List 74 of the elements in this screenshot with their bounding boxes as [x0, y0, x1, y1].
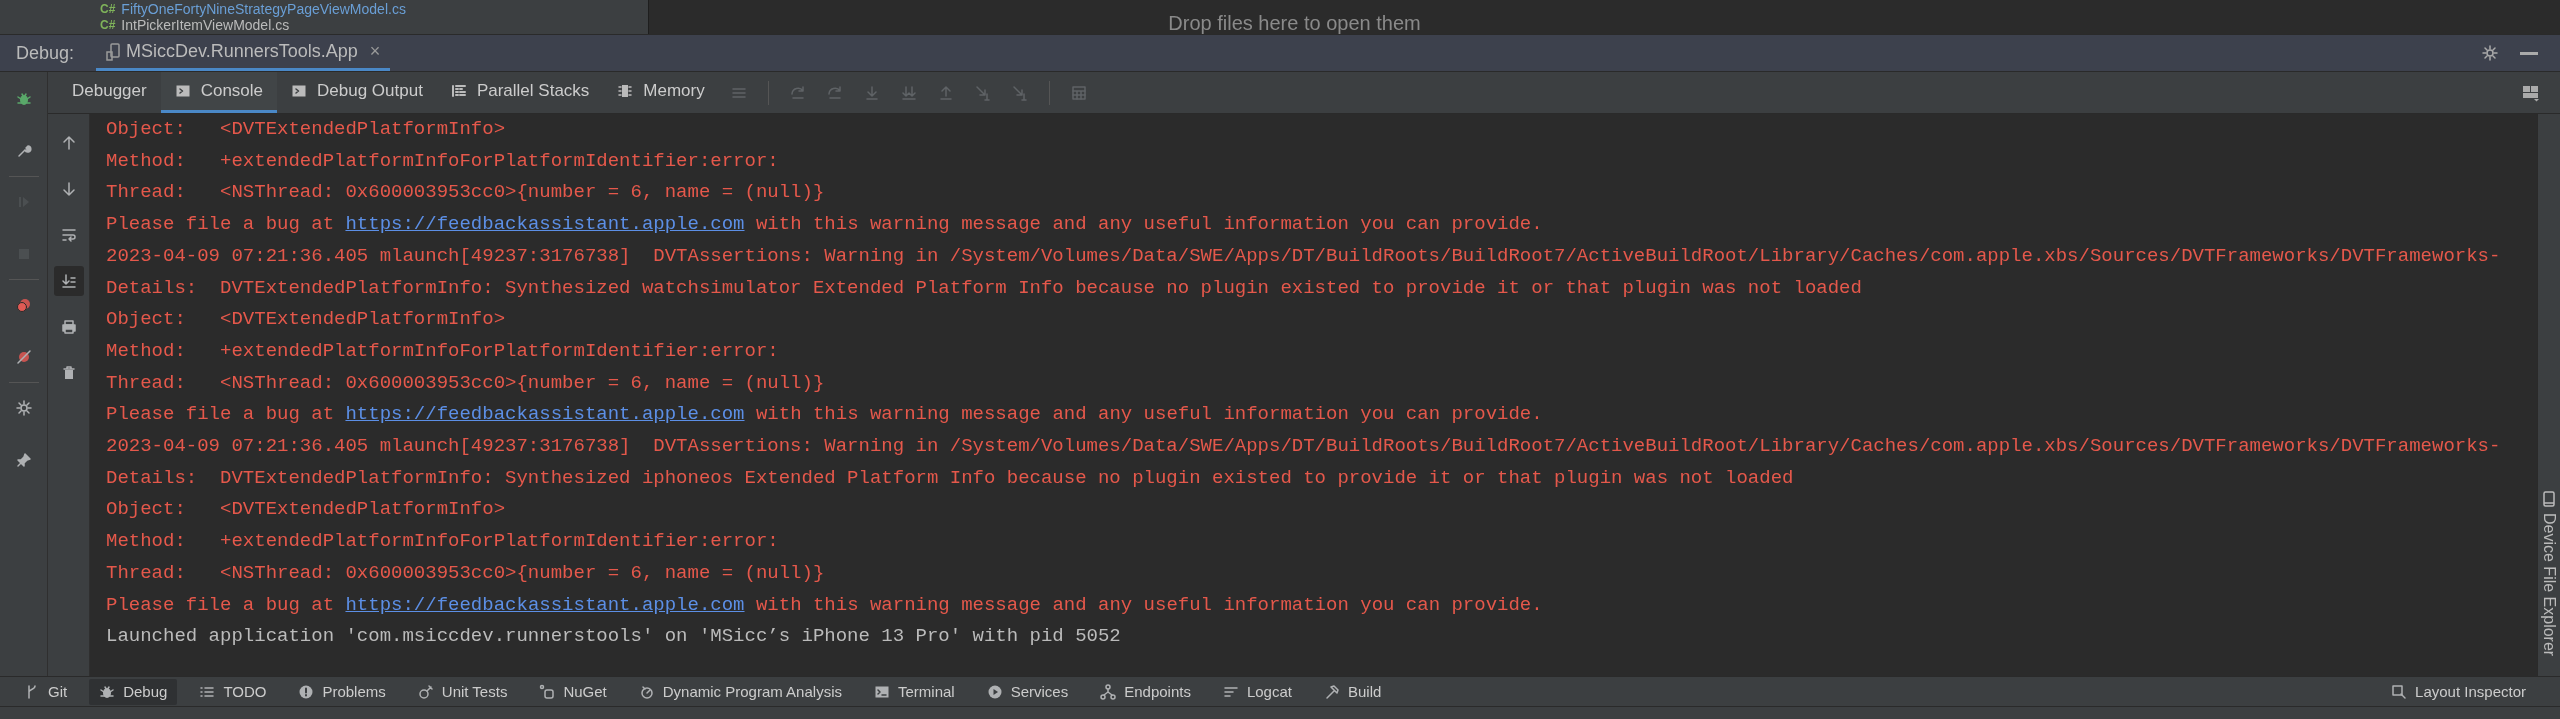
debug-tab[interactable]: Debug Output: [277, 72, 437, 113]
console-line: Method: +extendedPlatformInfoForPlatformIdentifier:error:: [106, 338, 779, 364]
console-line: Object: <DVTExtendedPlatformInfo>: [106, 117, 506, 142]
settings-icon[interactable]: [2482, 45, 2498, 61]
bug-icon: [99, 683, 116, 700]
link[interactable]: https://feedbackassistant.apple.com: [345, 403, 745, 426]
debug-tab[interactable]: Memory: [603, 72, 719, 113]
console-line: Please file a bug at https://feedbackassistant.apple.com with this warning message and any useful information you can provide.: [106, 212, 1543, 238]
tool-window-button[interactable]: Git: [14, 678, 78, 705]
network-icon: [1100, 683, 1117, 700]
csharp-file-label: C#: [100, 1, 116, 17]
tool-window-button[interactable]: NuGet: [529, 678, 617, 705]
magnifier-icon: [2391, 683, 2408, 700]
console-line: Details: DVTExtendedPlatformInfo: Synthesized iphoneos Extended Platform Info because no plugin existed to provide it or that plugin was not loaded: [106, 465, 1794, 491]
soft-wrap-icon[interactable]: [60, 227, 77, 243]
tool-window-button[interactable]: Services: [976, 678, 1079, 705]
console-line: Launched application 'com.msiccdev.runnerstools' on 'MSicc’s iPhone 13 Pro' with pid 5052: [106, 624, 1121, 650]
debug-tab[interactable]: Debugger: [58, 72, 161, 113]
file-name[interactable]: FiftyOneFortyNineStrategyPageViewModel.cs: [121, 1, 406, 17]
tool-window-button[interactable]: Unit Tests: [407, 678, 518, 705]
stacks-icon: [450, 83, 467, 99]
console-line: Please file a bug at https://feedbackassistant.apple.com with this warning message and any useful information you can provide.: [106, 592, 1543, 618]
memory-chip-icon: [617, 83, 634, 99]
debug-label: Debug:: [16, 42, 75, 64]
debug-tab[interactable]: Console: [160, 72, 278, 113]
debug-tab[interactable]: Parallel Stacks: [436, 72, 604, 113]
phone-icon: [2542, 491, 2556, 507]
hammer-icon: [1323, 683, 1340, 700]
console-line: Method: +extendedPlatformInfoForPlatformIdentifier:error:: [106, 529, 779, 555]
tool-window-button[interactable]: Layout Inspector: [2381, 678, 2536, 705]
console-line: Thread: <NSThread: 0x600003953cc0>{number = 6, name = (null)}: [106, 180, 825, 206]
tool-window-button[interactable]: TODO: [189, 678, 277, 705]
settings-icon[interactable]: [15, 400, 32, 416]
play-circle-icon: [986, 683, 1003, 700]
mute-breakpoints-icon[interactable]: [15, 349, 32, 365]
device-icon: [106, 42, 121, 61]
console-line: Details: DVTExtendedPlatformInfo: Synthesized watchsimulator Extended Platform Info because no plugin existed to provide it or that plugin was not loaded: [106, 275, 1862, 301]
tool-window-button[interactable]: Endpoints: [1090, 678, 1201, 705]
console-line: Object: <DVTExtendedPlatformInfo>: [106, 497, 506, 523]
console-line: Please file a bug at https://feedbackassistant.apple.com with this warning message and any useful information you can provide.: [106, 402, 1543, 428]
scroll-to-end-button[interactable]: [53, 266, 84, 296]
link[interactable]: https://feedbackassistant.apple.com: [345, 213, 745, 236]
console-line: 2023-04-09 07:21:36.405 mlaunch[49237:3176738] DVTAssertions: Warning in /System/Volumes/Data/SWE/Apps/DT/BuildRoots/BuildRoot7/ActiveBuildRoot/Library/Caches/com.apple.xbs/Sources/DVTFrameworks/DVTFrameworks-: [106, 243, 2501, 269]
tool-window-button[interactable]: Logcat: [1212, 678, 1302, 705]
csharp-file-label: C#: [100, 17, 116, 33]
tool-window-button[interactable]: Problems: [288, 678, 396, 705]
tool-window-button[interactable]: Build: [1313, 678, 1392, 705]
trash-icon[interactable]: [60, 365, 77, 381]
console-icon: [174, 83, 191, 99]
drop-files-hint: Drop files here to open them: [1168, 12, 1421, 34]
console-line: Thread: <NSThread: 0x600003953cc0>{number = 6, name = (null)}: [106, 370, 825, 396]
tool-window-button[interactable]: Dynamic Program Analysis: [628, 678, 852, 705]
pin-icon[interactable]: [15, 452, 32, 468]
layout-icon[interactable]: [2522, 83, 2540, 102]
console-line: Thread: <NSThread: 0x600003953cc0>{number = 6, name = (null)}: [106, 560, 825, 586]
scroll-to-end-icon[interactable]: [60, 273, 77, 289]
console-line: 2023-04-09 07:21:36.405 mlaunch[49237:3176738] DVTAssertions: Warning in /System/Volumes/Data/SWE/Apps/DT/BuildRoots/BuildRoot7/ActiveBuildRoot/Library/Caches/com.apple.xbs/Sources/DVTFrameworks/DVTFrameworks-: [106, 434, 2501, 460]
gauge-icon: [638, 683, 655, 700]
file-name[interactable]: IntPickerItemViewModel.cs: [121, 17, 290, 33]
link[interactable]: https://feedbackassistant.apple.com: [345, 593, 745, 616]
warning-circle-icon: [298, 683, 315, 700]
wrench-icon[interactable]: [15, 143, 32, 159]
breakpoints-icon[interactable]: [15, 297, 32, 313]
close-tab-button[interactable]: ×: [369, 41, 381, 62]
tool-window-button[interactable]: Terminal: [864, 678, 965, 705]
down-arrow-icon[interactable]: [60, 181, 77, 197]
bug-icon[interactable]: [15, 91, 32, 107]
tool-window-button[interactable]: Debug: [89, 678, 178, 705]
minimize-icon[interactable]: [2520, 51, 2538, 55]
console-icon: [291, 83, 308, 99]
console-line: Object: <DVTExtendedPlatformInfo>: [106, 307, 506, 333]
up-arrow-icon[interactable]: [60, 135, 77, 151]
printer-icon[interactable]: [60, 319, 77, 335]
console-line: Method: +extendedPlatformInfoForPlatformIdentifier:error:: [106, 148, 779, 174]
